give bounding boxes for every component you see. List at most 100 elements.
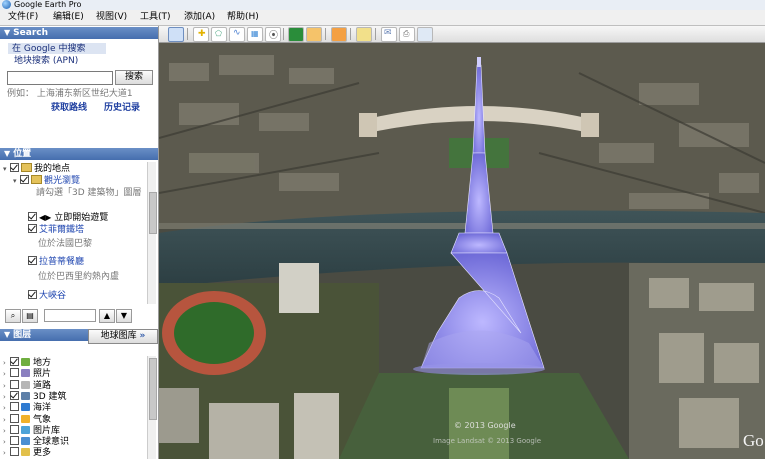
layers-scrollbar[interactable] [147,356,157,459]
places-scrollbar[interactable] [147,162,157,304]
checkbox[interactable] [10,163,19,172]
placemark-icon[interactable]: ✚ [193,27,209,42]
expand-icon[interactable]: › [3,447,10,459]
polygon-icon[interactable]: ⬠ [211,27,227,42]
layer-label: 地方 [33,358,52,368]
layer-item[interactable]: › 海洋 [3,402,51,414]
expand-icon[interactable]: › [3,368,10,380]
expand-icon[interactable]: › [3,414,10,426]
paris-aerial-imagery [159,43,765,459]
panel-toggle-icon[interactable]: ▤ [22,309,38,323]
layer-checkbox[interactable] [10,379,19,389]
awareness-icon [21,437,30,446]
checkbox[interactable] [28,256,37,265]
layer-label: 全球意识 [33,437,70,448]
menu-file[interactable]: 文件(F) [7,11,39,24]
tree-item-restaurant[interactable]: 拉普蒂餐廳 [28,256,84,268]
save-image-icon[interactable] [417,27,433,42]
parcel-search-tab[interactable]: 地块搜索 (APN) [14,55,78,67]
ruler-icon[interactable] [356,27,372,42]
sunlight-icon[interactable] [306,27,322,42]
folder-icon [21,163,32,172]
layer-item[interactable]: › 照片 [3,368,51,380]
collapse-icon: ▼ [4,149,11,158]
email-icon[interactable]: ✉ [381,27,397,42]
layer-item[interactable]: › 3D 建筑 [3,390,67,403]
get-directions-link[interactable]: 获取路线 [51,100,87,113]
earth-3d-view[interactable]: © 2013 Google Image Landsat © 2013 Googl… [159,43,765,459]
path-icon[interactable]: ∿ [229,27,245,42]
tour-icon: ◀▶ [39,213,52,222]
tree-item-my-places[interactable]: ▾ 我的地点 [3,163,70,175]
tree-item-sightseeing[interactable]: ▾ 觀光瀏覽 [13,175,80,187]
search-icon[interactable]: ⌕ [5,309,21,323]
layer-item[interactable]: › 气象 [3,413,52,426]
print-icon[interactable]: ⎙ [399,27,415,42]
tree-item-start-tour[interactable]: ◀▶ 立即開始遊覽 [28,212,108,224]
layer-label: 图片库 [33,425,61,436]
history-link[interactable]: 历史记录 [104,100,140,113]
left-panel: ▼ Search 在 Google 中搜索 地块搜索 (APN) 搜索 例如： 上… [0,26,159,459]
tree-item-eiffel[interactable]: 艾菲爾鐵塔 [28,224,84,236]
earth-gallery-button[interactable]: 地球图库 » [88,329,158,344]
sidebar-toggle-icon[interactable] [168,27,184,42]
places-filter-input[interactable] [44,309,96,322]
window-title: Google Earth Pro [14,0,82,9]
overlay-icon[interactable]: ▦ [247,27,263,42]
roads-icon [21,380,30,389]
menu-tools[interactable]: 工具(T) [139,11,172,24]
expand-icon[interactable]: › [3,380,10,392]
layer-checkbox[interactable] [10,436,19,446]
tree-item-restaurant-desc: 位於巴西里約熱內盧 [38,272,120,282]
tree-item-grand-canyon[interactable]: 大峽谷 [28,290,66,302]
scroll-thumb[interactable] [149,192,157,234]
expand-icon[interactable]: › [3,391,10,403]
expand-icon[interactable]: › [3,436,10,448]
layer-item[interactable]: › 图片库 [3,424,61,437]
layer-item[interactable]: › 道路 [3,379,51,392]
expand-icon: ▾ [3,165,7,173]
scroll-thumb[interactable] [149,358,157,420]
layer-checkbox[interactable] [10,368,19,378]
historical-imagery-icon[interactable] [288,27,304,42]
layer-checkbox[interactable] [10,424,19,434]
layer-checkbox[interactable] [10,402,19,412]
folder-icon [31,175,42,184]
layers-panel-header[interactable]: ▼ 图层 [0,329,88,341]
map-copyright: © 2013 Google [454,421,516,430]
menu-edit[interactable]: 编辑(E) [52,11,85,24]
layer-checkbox[interactable] [10,447,19,457]
search-panel-header[interactable]: ▼ Search [0,27,158,39]
expand-icon[interactable]: › [3,402,10,414]
checkbox[interactable] [28,224,37,233]
checkbox[interactable] [28,290,37,299]
collapse-icon: ▼ [4,330,11,339]
collapse-icon: ▼ [4,28,11,37]
layer-checkbox[interactable] [10,413,19,423]
imagery-credit: Image Landsat © 2013 Google [433,437,542,445]
tree-item-eiffel-desc: 位於法國巴黎 [38,239,93,249]
layer-checkbox[interactable] [10,390,19,400]
search-button[interactable]: 搜索 [115,70,153,85]
layer-item[interactable]: › 全球意识 [3,436,69,448]
google-search-tab[interactable]: 在 Google 中搜索 [8,43,106,54]
menu-add[interactable]: 添加(A) [183,11,216,24]
search-input[interactable] [7,71,113,85]
layer-item[interactable]: › 地方 [3,357,51,369]
planets-icon[interactable] [331,27,347,42]
layer-label: 气象 [33,414,52,425]
menu-view[interactable]: 视图(V) [95,11,128,24]
places-panel-header[interactable]: ▼ 位置 [0,148,158,160]
checkbox[interactable] [28,212,37,221]
expand-icon[interactable]: › [3,357,10,369]
move-down-icon[interactable]: ▼ [116,309,132,323]
parcel-search-tab-label: 地块搜索 (APN) [14,56,79,66]
move-up-icon[interactable]: ▲ [99,309,115,323]
expand-icon[interactable]: › [3,425,10,437]
menu-help[interactable]: 帮助(H) [226,11,260,24]
layer-item[interactable]: › 更多 [3,447,51,459]
expand-icon: ▾ [13,177,17,185]
layer-checkbox[interactable] [10,357,19,366]
checkbox[interactable] [20,175,29,184]
record-tour-icon[interactable]: ⦿ [265,27,281,42]
